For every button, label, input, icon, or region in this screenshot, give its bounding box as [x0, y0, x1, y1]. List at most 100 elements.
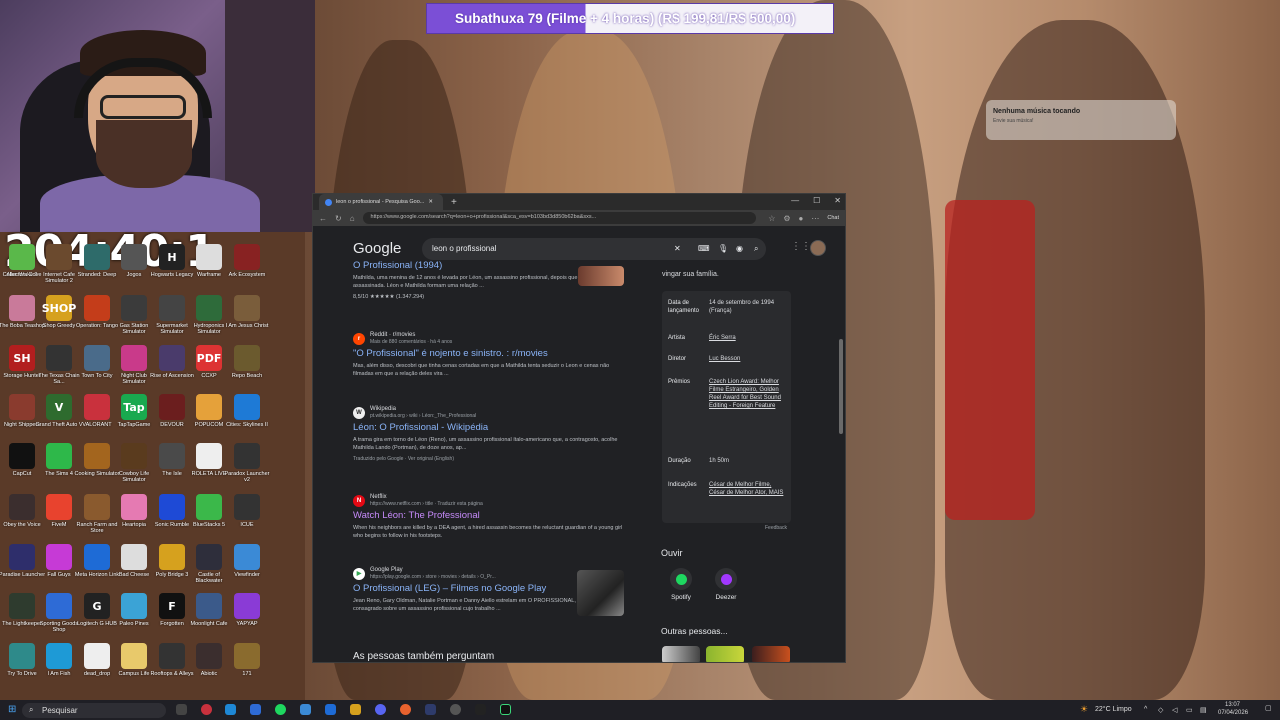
firefox-icon[interactable] [400, 704, 411, 715]
keyboard-icon[interactable]: ⌨ [698, 244, 710, 253]
result-snippet: Mas, além disso, descobri que tinha cena… [353, 363, 610, 377]
desktop-icon[interactable]: 171 [222, 643, 272, 688]
feedback-link[interactable]: Feedback [765, 525, 787, 531]
app-icon [121, 593, 147, 619]
profile-icon[interactable]: ● [799, 214, 804, 223]
store-icon[interactable] [250, 704, 261, 715]
task-view-icon[interactable] [176, 704, 187, 715]
teams-icon[interactable] [300, 704, 311, 715]
desktop-icon[interactable]: Viewfinder [222, 544, 272, 589]
opera-icon[interactable] [201, 704, 212, 715]
result-title[interactable]: Léon: O Profissional - Wikipédia [353, 422, 628, 433]
search-input[interactable]: leon o profissional ✕ ⌨ 🎙 ◉ ⌕ [422, 238, 766, 260]
folder-icon[interactable] [350, 704, 361, 715]
app-icon [234, 443, 260, 469]
notification-icon[interactable]: ▢ [1265, 704, 1272, 712]
spotify-taskbar-icon[interactable] [275, 704, 286, 715]
app-icon[interactable] [325, 704, 336, 715]
menu-dots-icon[interactable]: ⋯ [811, 214, 819, 223]
close-window-icon[interactable]: ✕ [834, 196, 841, 205]
result-title[interactable]: "O Profissional" é nojento e sinistro. :… [353, 348, 628, 359]
extensions-icon[interactable]: ⚙ [783, 214, 790, 223]
search-icon[interactable]: ⌕ [754, 244, 758, 254]
kp-row-value[interactable]: Luc Besson [709, 355, 789, 363]
desktop-icon[interactable]: Collectors Cove [0, 244, 47, 289]
terminal-icon[interactable] [500, 704, 511, 715]
kp-row-value[interactable]: Czech Lion Award: Melhor Filme Estrangei… [709, 378, 789, 410]
result-site: Reddit · r/movies [370, 332, 416, 338]
weather-text[interactable]: 22°C Limpo [1095, 706, 1132, 713]
kp-row-key: Data de lançamento [668, 300, 700, 314]
clock-time[interactable]: 13:07 [1225, 702, 1240, 708]
clear-icon[interactable]: ✕ [674, 244, 681, 253]
steam-icon[interactable] [425, 704, 436, 715]
clock-date[interactable]: 07/04/2026 [1218, 710, 1248, 716]
battery-icon[interactable]: ▭ [1186, 706, 1193, 714]
screen: 204:40:1 Subathuxa 79 (Filme + 4 horas) … [0, 0, 1280, 720]
app-icon [234, 643, 260, 669]
kp-row: Diretor Luc Besson [668, 355, 789, 363]
scrollbar[interactable] [839, 339, 843, 434]
copilot-chat-button[interactable]: Chat [827, 215, 839, 221]
kp-row-value[interactable]: Éric Serra [709, 334, 789, 342]
google-favicon-icon [325, 198, 332, 206]
network-icon[interactable]: ◇ [1158, 706, 1163, 714]
google-logo[interactable]: Google [353, 240, 401, 257]
search-query: leon o profissional [432, 244, 497, 253]
tray-chevron-icon[interactable]: ^ [1144, 706, 1147, 713]
result-thumbnail[interactable] [577, 570, 624, 616]
mic-icon[interactable]: 🎙 [718, 244, 728, 253]
spotify-button[interactable]: Spotify [661, 568, 701, 601]
edge-icon[interactable] [225, 704, 236, 715]
minimize-icon[interactable]: — [791, 196, 799, 205]
avatar[interactable] [810, 240, 826, 256]
subathon-banner-text: Subathuxa 79 (Filme + 4 horas) (R$ 199,8… [455, 11, 796, 26]
result-title[interactable]: Watch Léon: The Professional [353, 510, 628, 521]
person-thumbnail[interactable] [662, 646, 700, 662]
app-icon [84, 295, 110, 321]
desktop-icon[interactable]: YAPYAP [222, 593, 272, 638]
app-icon [196, 244, 222, 270]
desktop-icon[interactable]: ICUE [222, 494, 272, 539]
person-thumbnail[interactable] [752, 646, 790, 662]
lens-icon[interactable]: ◉ [736, 244, 743, 253]
back-icon[interactable]: ← [319, 214, 327, 223]
reload-icon[interactable]: ↻ [335, 214, 342, 223]
kp-lead: vingar sua família. [662, 271, 719, 278]
desktop-icon[interactable]: Repo Beach [222, 345, 272, 390]
app-icon [159, 643, 185, 669]
volume-icon[interactable]: ◁ [1172, 706, 1177, 714]
app-icon [84, 494, 110, 520]
app-icon [46, 443, 72, 469]
logitech-icon[interactable] [475, 704, 486, 715]
desktop-icon[interactable]: I Am Jesus Christ [222, 295, 272, 340]
result-translated[interactable]: Traduzido pelo Google · Ver original (En… [353, 456, 628, 462]
obs-icon[interactable] [450, 704, 461, 715]
subathon-banner: Subathuxa 79 (Filme + 4 horas) (R$ 199,8… [426, 3, 834, 34]
weather-icon[interactable]: ☀ [1080, 704, 1088, 715]
browser-tab[interactable]: leon o profissional - Pesquisa Goo... ✕ [319, 194, 443, 210]
desktop-icon[interactable]: Paradox Launcher v2 [222, 443, 272, 488]
app-icon [121, 345, 147, 371]
desktop-icon[interactable]: Ark Ecosystem [222, 244, 272, 289]
new-tab-icon[interactable]: + [451, 197, 457, 208]
address-bar[interactable]: https://www.google.com/search?q=leon+o+p… [362, 212, 757, 224]
language-icon[interactable]: ▤ [1200, 706, 1207, 714]
app-icon [234, 394, 260, 420]
maximize-icon[interactable]: ☐ [813, 196, 820, 205]
taskbar-search[interactable]: ⌕ Pesquisar [22, 703, 166, 718]
result-thumbnail[interactable] [578, 266, 624, 286]
kp-row-value[interactable]: César de Melhor Filme, César de Melhor A… [709, 481, 789, 497]
app-icon: V [46, 394, 72, 420]
desktop-icon[interactable]: Cities: Skylines II [222, 394, 272, 439]
tab-close-icon[interactable]: ✕ [428, 199, 433, 205]
other-people-heading: Outras pessoas... [661, 626, 728, 636]
home-icon[interactable]: ⌂ [350, 214, 355, 223]
start-icon[interactable]: ⊞ [8, 704, 16, 715]
app-icon [234, 544, 260, 570]
apps-grid-icon[interactable]: ⋮⋮ [791, 241, 811, 252]
favorite-star-icon[interactable]: ☆ [768, 214, 775, 223]
person-thumbnail[interactable] [706, 646, 744, 662]
discord-icon[interactable] [375, 704, 386, 715]
deezer-button[interactable]: Deezer [706, 568, 746, 601]
